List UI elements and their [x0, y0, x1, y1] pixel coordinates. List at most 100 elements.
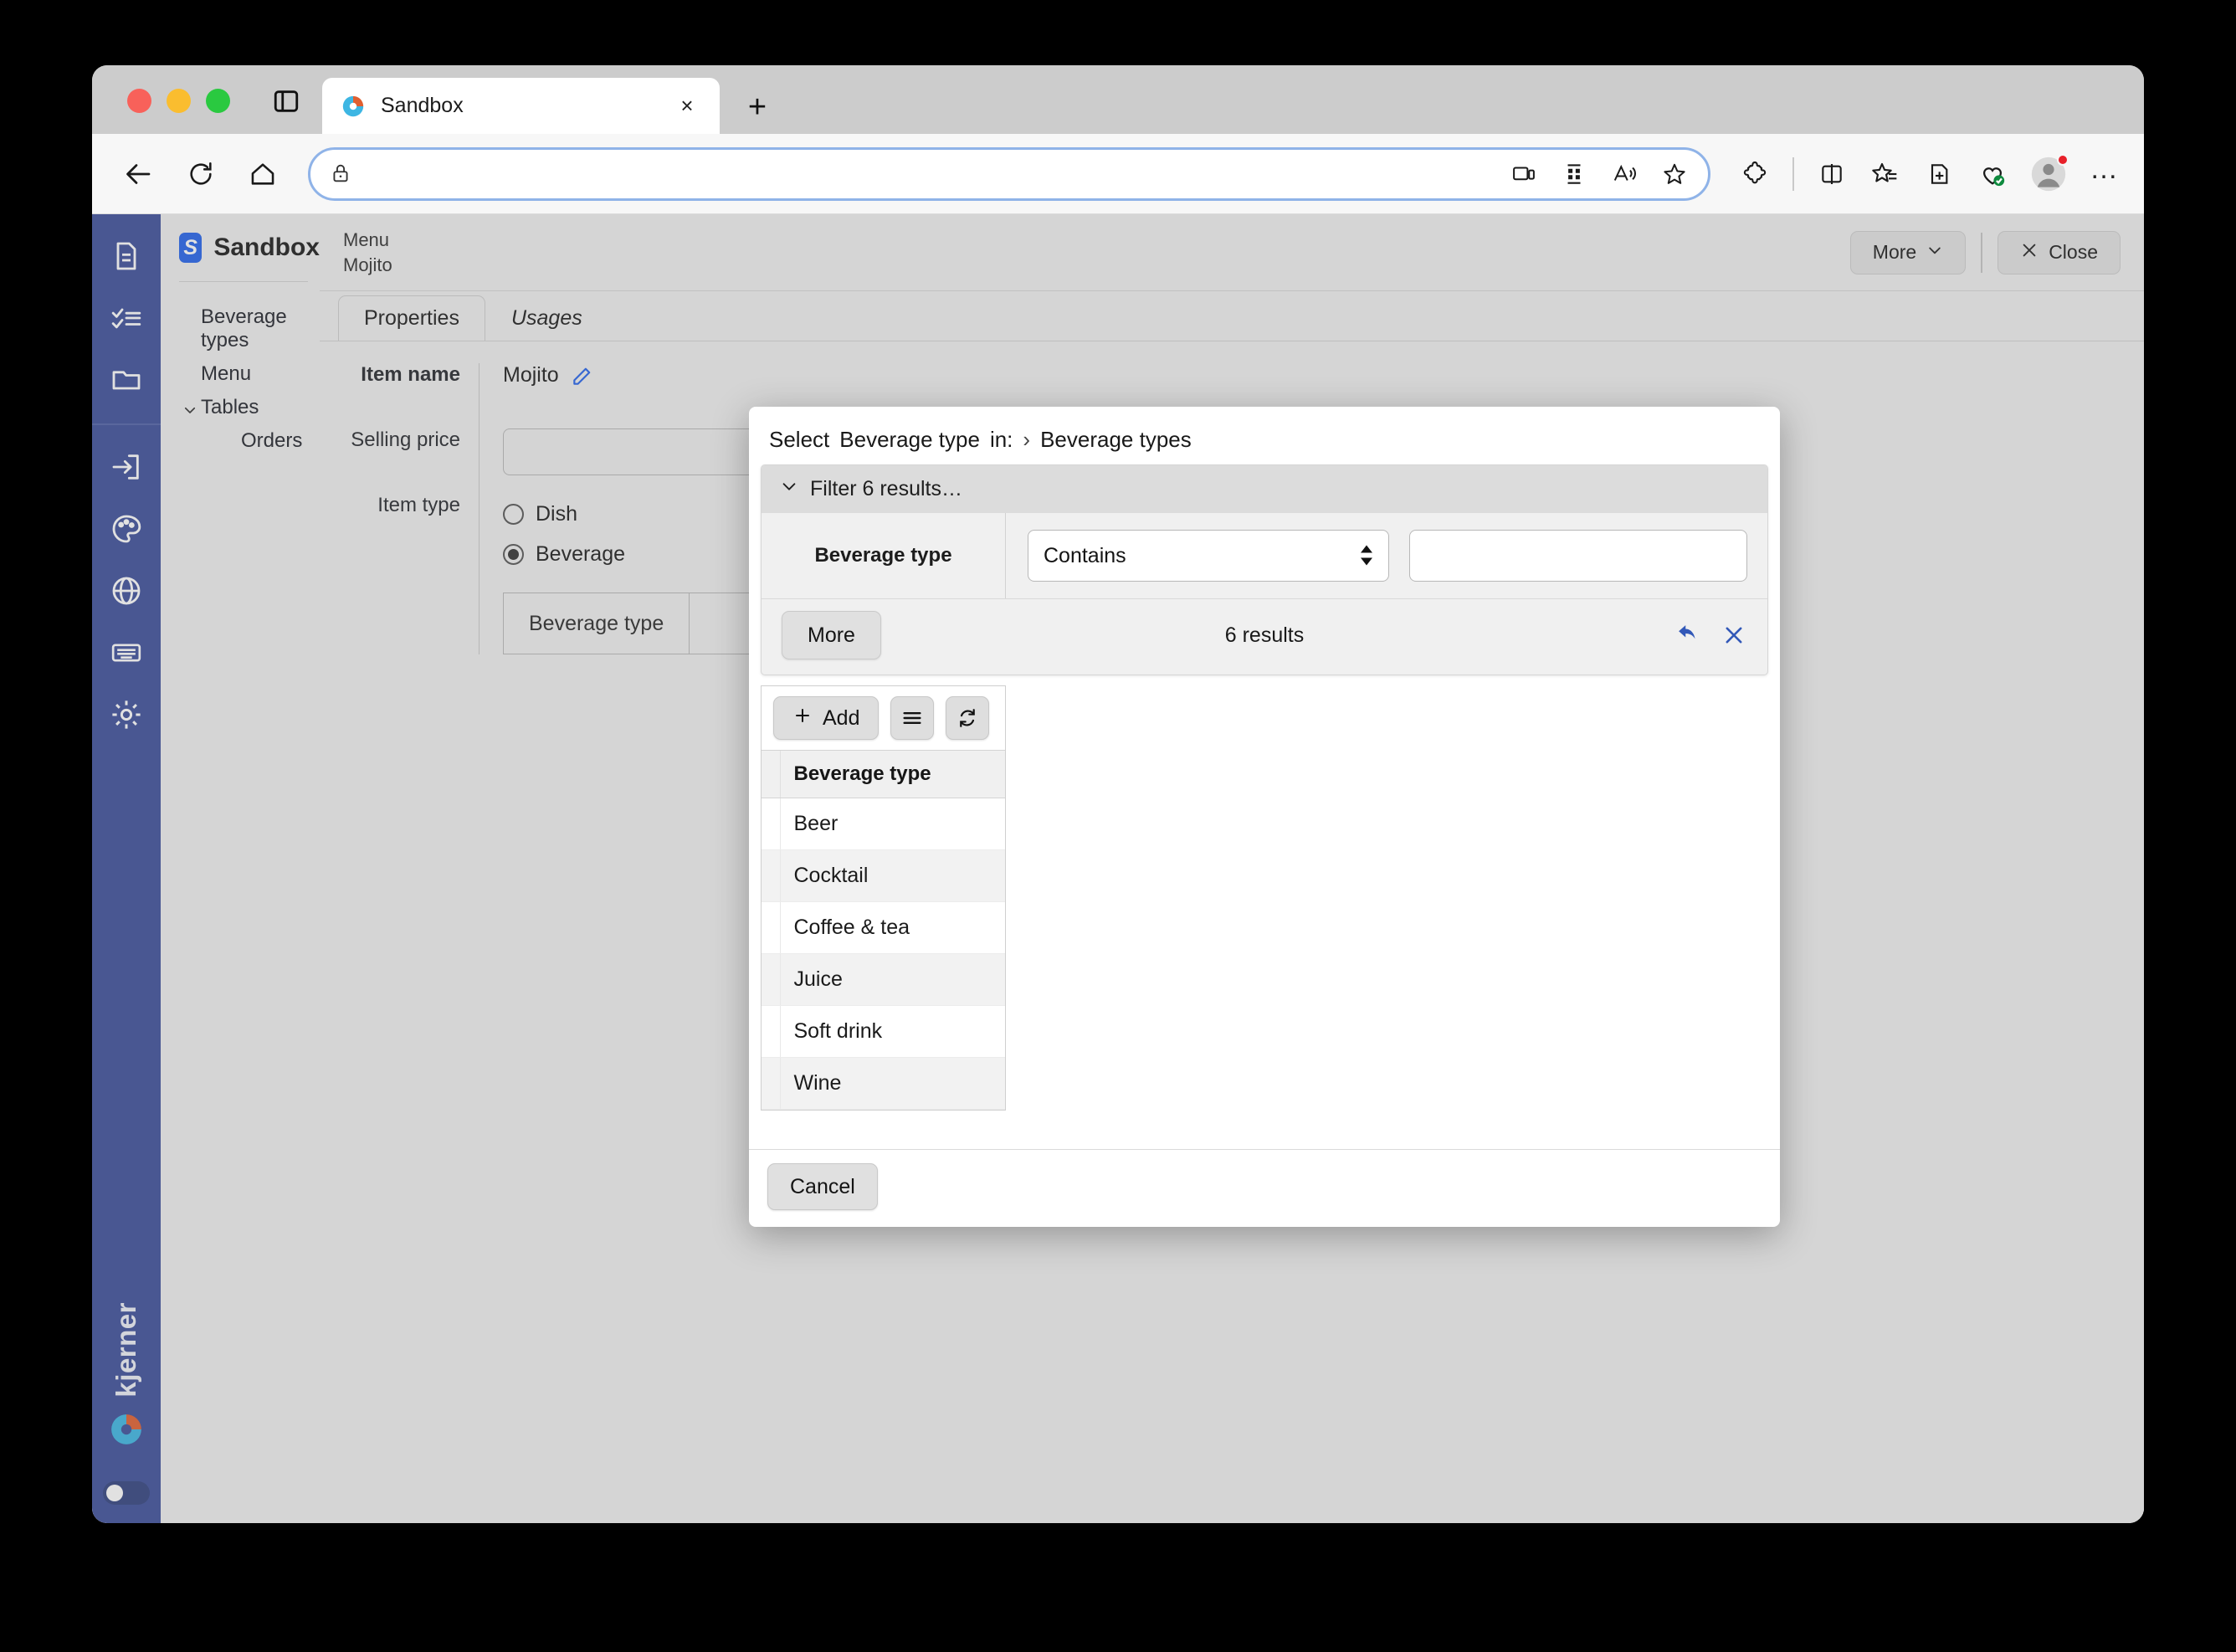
collections-star-icon[interactable] [1869, 158, 1901, 190]
filter-more-button[interactable]: More [782, 611, 881, 659]
tab-close-icon[interactable]: × [673, 92, 701, 121]
table-row[interactable]: Soft drink [762, 1005, 1005, 1058]
dialog-title-prefix: Select [769, 427, 830, 452]
spinner-arrows-icon [1360, 545, 1373, 567]
back-arrow-icon[interactable] [115, 151, 162, 198]
hamburger-menu-icon[interactable] [890, 696, 935, 740]
nav-divider [179, 281, 308, 282]
tab-properties[interactable]: Properties [338, 295, 485, 341]
browser-essentials-split-icon[interactable] [1816, 158, 1848, 190]
globe-icon[interactable] [103, 567, 150, 614]
maximize-window-button[interactable] [206, 89, 230, 113]
browser-tabstrip: Sandbox × + [92, 65, 2144, 134]
more-button-label: More [1872, 241, 1917, 263]
rail-brand-label: kjerner [110, 1302, 141, 1398]
row-label[interactable]: Cocktail [780, 849, 1005, 902]
rail-toggle-switch[interactable] [103, 1481, 150, 1505]
cancel-button[interactable]: Cancel [767, 1163, 878, 1210]
close-button[interactable]: Close [1998, 230, 2121, 274]
content-header: Menu Mojito More Close [320, 214, 2144, 291]
login-icon[interactable] [103, 444, 150, 490]
filter-header-label: Filter 6 results… [810, 477, 962, 500]
filter-operator-select[interactable]: Contains [1028, 530, 1389, 582]
clear-x-icon[interactable] [1721, 622, 1747, 649]
row-label[interactable]: Coffee & tea [780, 901, 1005, 954]
row-label[interactable]: Wine [780, 1057, 1005, 1110]
row-label[interactable]: Juice [780, 953, 1005, 1006]
add-to-collection-icon[interactable] [1923, 158, 1955, 190]
filter-operator-value: Contains [1044, 543, 1126, 567]
filter-row: Beverage type Contains [762, 513, 1767, 598]
radio-label: Dish [536, 501, 578, 526]
reload-icon[interactable] [177, 151, 224, 198]
favorite-star-icon[interactable] [1659, 159, 1690, 189]
folder-icon[interactable] [103, 357, 150, 403]
table-row[interactable]: Cocktail [762, 849, 1005, 902]
table-row[interactable]: Beer [762, 798, 1005, 850]
omnibox-actions [1509, 159, 1690, 189]
dialog-title-in: in: [989, 427, 1013, 452]
toolbar-separator [1792, 156, 1794, 191]
app-left-rail: kjerner [92, 214, 161, 1523]
document-icon[interactable] [103, 233, 150, 280]
filter-header[interactable]: Filter 6 results… [762, 465, 1767, 513]
row-gutter [762, 901, 781, 954]
breadcrumb-current: Mojito [343, 254, 392, 275]
dialog-title-field: Beverage type [839, 427, 980, 452]
new-tab-button[interactable]: + [741, 90, 774, 124]
row-label[interactable]: Beer [780, 798, 1005, 850]
sidebar-item-orders[interactable]: Orders [179, 424, 320, 458]
browser-navbar: … [92, 134, 2144, 214]
split-screen-icon[interactable] [1559, 159, 1589, 189]
more-button[interactable]: More [1849, 230, 1967, 274]
content-header-actions: More Close [1849, 230, 2121, 274]
read-aloud-icon[interactable] [1609, 159, 1639, 189]
results-area: Add Beverage type Beer Cocktail Coffee &… [749, 675, 1780, 1149]
app-nav-panel: S Sandbox Beverage types Menu Tables Ord… [161, 214, 320, 1523]
nav-label: Tables [201, 396, 259, 418]
breadcrumb-parent: Menu [343, 228, 390, 250]
row-gutter [762, 1005, 781, 1058]
pencil-icon[interactable] [571, 366, 592, 387]
palette-icon[interactable] [103, 505, 150, 552]
browser-settings-menu-icon[interactable]: … [2089, 155, 2121, 190]
nav-label: Beverage types [201, 305, 287, 351]
nav-label: Orders [241, 429, 303, 452]
refresh-icon[interactable] [946, 696, 990, 740]
table-row[interactable]: Juice [762, 953, 1005, 1006]
item-name-value: Mojito [503, 363, 559, 387]
sidebar-item-tables[interactable]: Tables [179, 391, 320, 424]
add-button[interactable]: Add [773, 696, 880, 740]
browser-tab[interactable]: Sandbox × [322, 78, 720, 134]
dialog-title-chevron: › [1023, 427, 1031, 452]
row-label[interactable]: Soft drink [780, 1005, 1005, 1058]
gear-icon[interactable] [103, 691, 150, 738]
filter-result-count: 6 results [1224, 623, 1305, 647]
close-x-icon [2020, 241, 2039, 264]
minimize-window-button[interactable] [167, 89, 191, 113]
column-header-beverage-type[interactable]: Beverage type [780, 751, 1005, 798]
address-bar[interactable] [308, 146, 1710, 201]
home-icon[interactable] [239, 151, 286, 198]
results-panel: Add Beverage type Beer Cocktail Coffee &… [761, 685, 1006, 1111]
radio-label: Beverage [536, 541, 626, 566]
performance-heart-icon[interactable] [1977, 158, 2008, 190]
dialog-footer: Cancel [749, 1149, 1780, 1227]
checklist-icon[interactable] [103, 295, 150, 341]
table-row[interactable]: Wine [762, 1057, 1005, 1110]
tab-usages[interactable]: Usages [485, 295, 608, 341]
sidebar-item-beverage-types[interactable]: Beverage types [179, 300, 320, 357]
avatar[interactable] [2030, 153, 2069, 192]
chevron-down-icon[interactable] [182, 400, 197, 415]
undo-arrow-icon[interactable] [1675, 622, 1702, 649]
extensions-icon[interactable] [1739, 158, 1771, 190]
cast-icon[interactable] [1509, 159, 1539, 189]
keyboard-icon[interactable] [103, 629, 150, 676]
table-row[interactable]: Coffee & tea [762, 901, 1005, 954]
results-table-head: Beverage type [762, 751, 1005, 798]
filter-value-input[interactable] [1409, 530, 1747, 582]
close-window-button[interactable] [127, 89, 151, 113]
sidebar-toggle-icon[interactable] [272, 87, 300, 115]
app-brand: S Sandbox [179, 233, 320, 263]
sidebar-item-menu[interactable]: Menu [179, 357, 320, 391]
